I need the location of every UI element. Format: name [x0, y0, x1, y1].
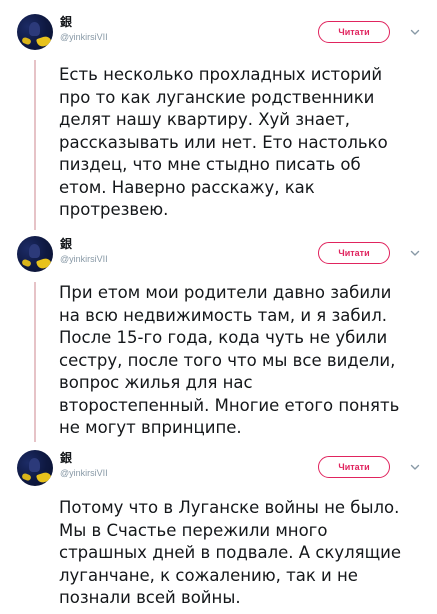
follow-button[interactable]: Читати [318, 242, 390, 264]
thread-connector-line [34, 282, 36, 442]
avatar[interactable] [17, 14, 53, 50]
chevron-down-icon[interactable] [410, 462, 420, 472]
author-handle[interactable]: @yinkirsiVII [60, 467, 108, 479]
tweet-author[interactable]: 銀 @yinkirsiVII [60, 451, 108, 479]
author-handle[interactable]: @yinkirsiVII [60, 253, 108, 265]
follow-button[interactable]: Читати [318, 21, 390, 43]
author-name[interactable]: 銀 [60, 15, 108, 29]
avatar[interactable] [17, 236, 53, 272]
follow-button[interactable]: Читати [318, 456, 390, 478]
thread-connector-line [34, 60, 36, 230]
chevron-down-icon[interactable] [410, 248, 420, 258]
author-name[interactable]: 銀 [60, 237, 108, 251]
author-handle[interactable]: @yinkirsiVII [60, 31, 108, 43]
tweet-author[interactable]: 銀 @yinkirsiVII [60, 237, 108, 265]
avatar[interactable] [17, 450, 53, 486]
author-name[interactable]: 銀 [60, 451, 108, 465]
tweet-author[interactable]: 銀 @yinkirsiVII [60, 15, 108, 43]
tweet-text: Есть несколько прохладных историй про то… [59, 65, 388, 219]
tweet-text: Потому что в Луганске войны не было. Мы … [59, 498, 402, 607]
chevron-down-icon[interactable] [410, 27, 420, 37]
tweet-text: При етом мои родители давно забили на вс… [59, 283, 400, 437]
